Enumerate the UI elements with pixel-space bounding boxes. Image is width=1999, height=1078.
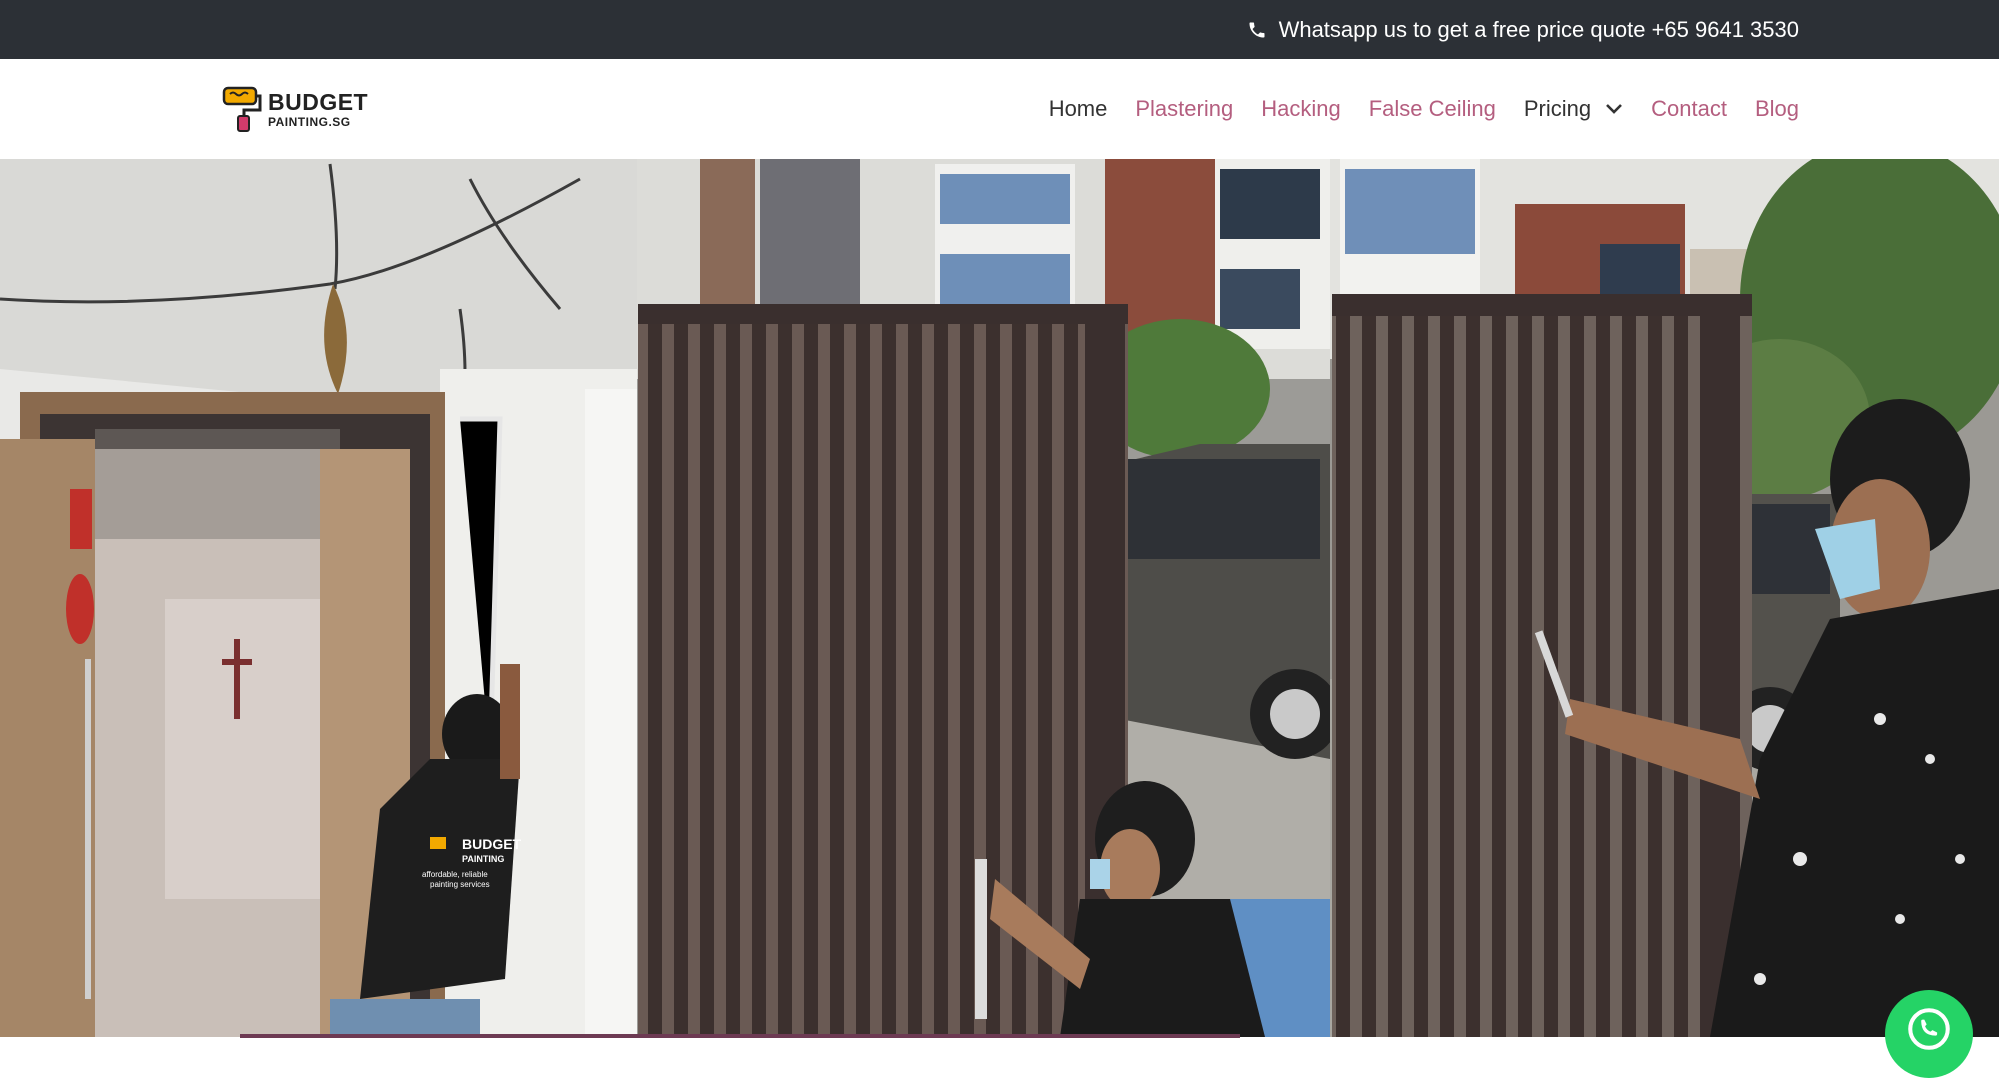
whatsapp-quote-link[interactable]: Whatsapp us to get a free price quote +6… (1247, 0, 1799, 59)
paint-roller-logo-icon (222, 86, 262, 132)
chevron-down-icon (1606, 104, 1623, 114)
nav-home[interactable]: Home (1049, 96, 1108, 122)
nav-blog[interactable]: Blog (1755, 96, 1799, 122)
shirt-text-1: BUDGET (462, 836, 522, 852)
hero-illustration: BUDGET PAINTING affordable, reliable pai… (0, 159, 1999, 1037)
shirt-text-2: PAINTING (462, 854, 504, 864)
nav-hacking[interactable]: Hacking (1261, 96, 1340, 122)
whatsapp-icon (1908, 1008, 1950, 1050)
logo-text-primary: BUDGET (268, 88, 369, 115)
nav-plastering[interactable]: Plastering (1135, 96, 1233, 122)
nav-pricing[interactable]: Pricing (1524, 96, 1623, 122)
nav-false-ceiling[interactable]: False Ceiling (1369, 96, 1496, 122)
nav-contact[interactable]: Contact (1651, 96, 1727, 122)
site-header: BUDGET PAINTING.SG Home Plastering Hacki… (0, 59, 1999, 159)
panel-interior: BUDGET PAINTING affordable, reliable pai… (0, 159, 640, 1037)
main-nav: Home Plastering Hacking False Ceiling Pr… (1049, 59, 1799, 159)
logo-text-secondary: PAINTING.SG (268, 114, 351, 129)
top-bar: Whatsapp us to get a free price quote +6… (0, 0, 1999, 59)
section-divider (240, 1034, 1240, 1038)
whatsapp-chat-button[interactable] (1885, 990, 1973, 1078)
quote-text: Whatsapp us to get a free price quote +6… (1278, 16, 1799, 42)
shirt-text-3: affordable, reliable (422, 870, 488, 879)
site-logo[interactable]: BUDGET PAINTING.SG (222, 86, 368, 132)
shirt-text-4: painting services (430, 880, 490, 889)
phone-icon (1247, 20, 1267, 40)
hero-photo-collage: BUDGET PAINTING affordable, reliable pai… (0, 159, 1999, 1037)
nav-pricing-label: Pricing (1523, 96, 1592, 121)
